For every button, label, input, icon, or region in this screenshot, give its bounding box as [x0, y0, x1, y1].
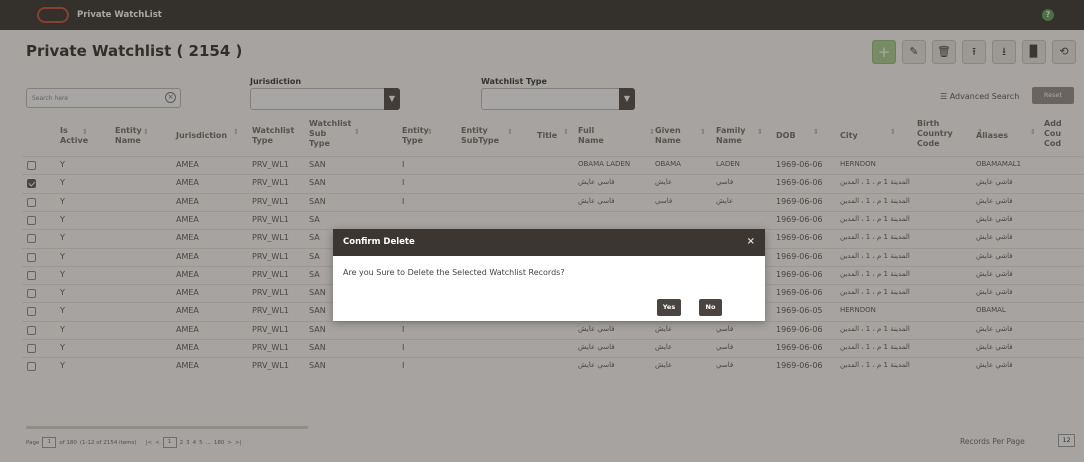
- dialog-title: Confirm Delete: [343, 237, 415, 247]
- dialog-header: Confirm Delete ×: [333, 229, 765, 256]
- yes-button[interactable]: Yes: [657, 299, 681, 316]
- confirm-delete-dialog: Confirm Delete × Are you Sure to Delete …: [333, 229, 765, 321]
- app-root: Private WatchList ? Private Watchlist ( …: [0, 0, 1084, 462]
- no-button[interactable]: No: [699, 299, 722, 316]
- close-icon[interactable]: ×: [747, 236, 755, 247]
- dialog-message: Are you Sure to Delete the Selected Watc…: [343, 268, 565, 277]
